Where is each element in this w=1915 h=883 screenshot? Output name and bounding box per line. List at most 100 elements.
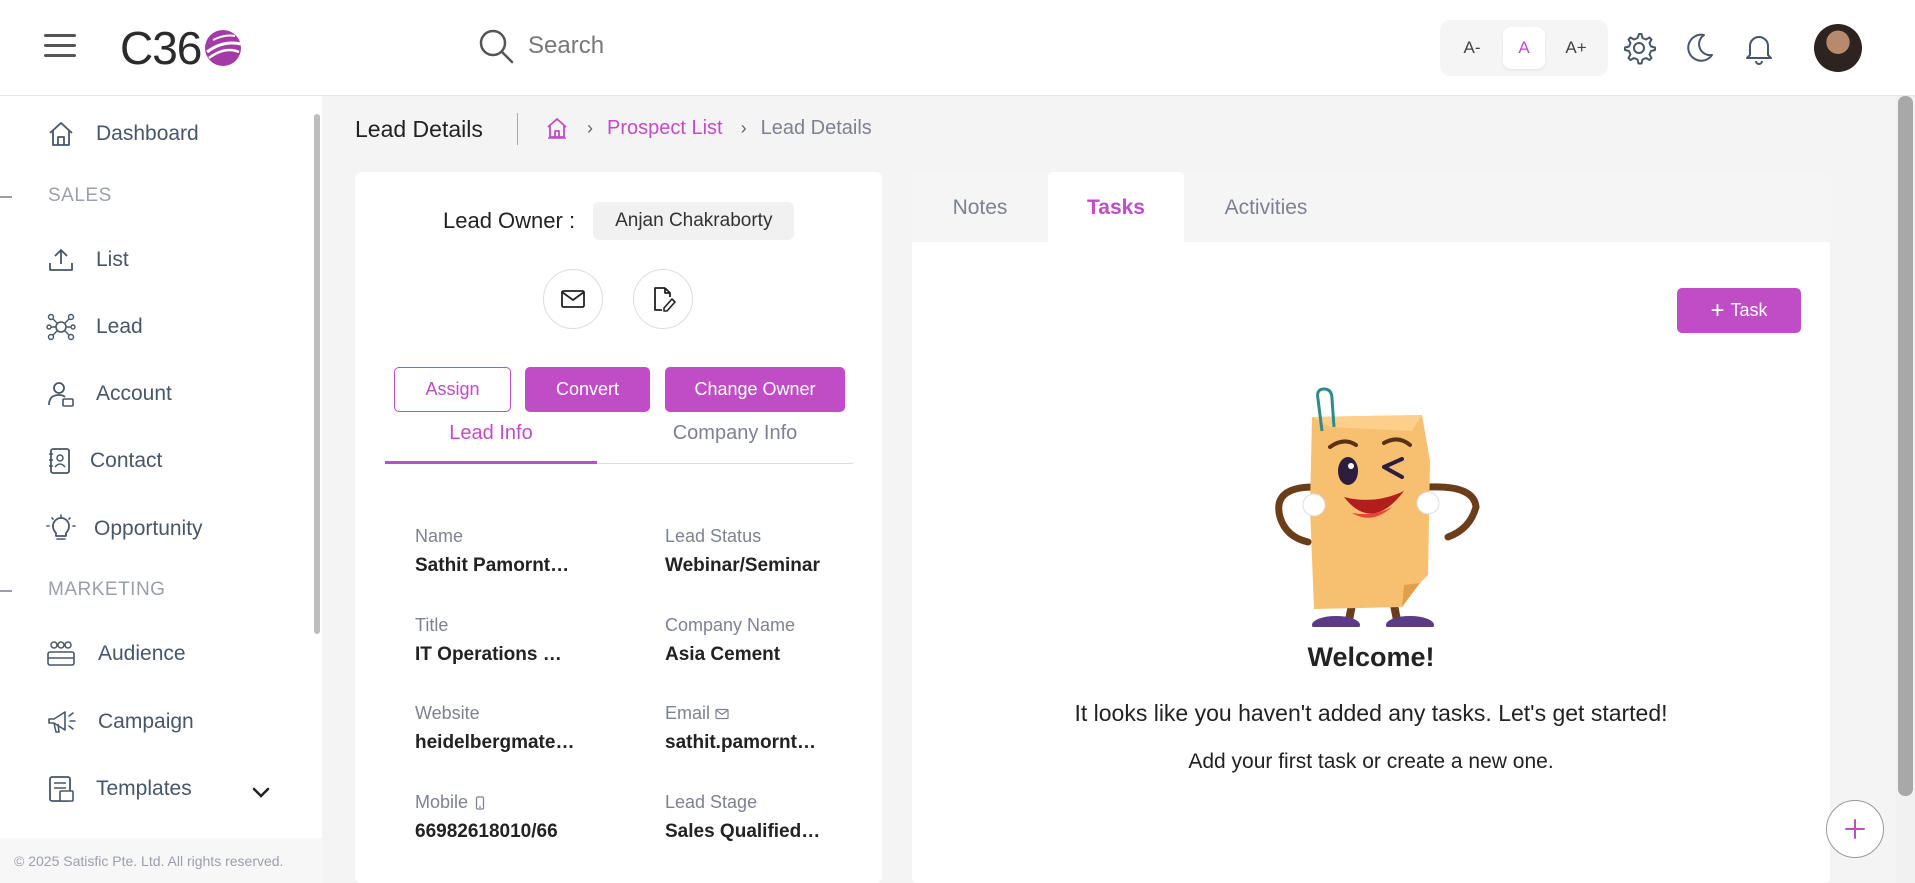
- tab-tasks[interactable]: Tasks: [1048, 172, 1184, 244]
- sidebar-scrollbar[interactable]: [314, 114, 320, 634]
- chevron-down-icon[interactable]: [250, 782, 272, 804]
- activity-card: Notes Tasks Activities + Task Welcome! I…: [912, 172, 1830, 883]
- field-label: Lead Stage: [665, 792, 758, 812]
- menu-icon[interactable]: [44, 34, 76, 60]
- logo-text: C36: [120, 22, 202, 74]
- sidebar-item-templates[interactable]: Templates: [46, 769, 192, 809]
- field-value: sathit.pamorntanaporn: [665, 732, 825, 753]
- sidebar-item-label: Campaign: [98, 710, 194, 733]
- search-input[interactable]: [528, 32, 928, 60]
- mail-icon: [561, 290, 585, 308]
- breadcrumb: › Prospect List › Lead Details: [545, 116, 872, 140]
- field-value: Sathit Pamorntanaporn: [415, 555, 575, 576]
- sidebar-item-label: Lead: [96, 315, 143, 338]
- audience-icon: [47, 641, 75, 666]
- breadcrumb-prospect-list[interactable]: Prospect List: [607, 117, 723, 140]
- templates-icon: [49, 776, 74, 802]
- field-value: IT Operations Manager: [415, 644, 575, 665]
- gear-icon[interactable]: [1622, 31, 1656, 65]
- info-tabs: Lead Info Company Info: [385, 422, 853, 464]
- home-icon[interactable]: [545, 116, 569, 140]
- bell-icon[interactable]: [1742, 31, 1776, 65]
- home-icon: [49, 122, 73, 146]
- user-avatar[interactable]: [1814, 24, 1862, 72]
- tab-notes[interactable]: Notes: [912, 172, 1048, 244]
- edit-button[interactable]: [633, 269, 693, 329]
- moon-icon[interactable]: [1682, 31, 1716, 65]
- sidebar-item-opportunity[interactable]: Opportunity: [46, 509, 203, 549]
- sidebar-item-list[interactable]: List: [46, 240, 129, 280]
- tab-activities[interactable]: Activities: [1184, 172, 1348, 244]
- plus-icon: +: [1710, 296, 1725, 324]
- app-logo[interactable]: C36: [120, 18, 243, 78]
- sidebar-item-label: Templates: [96, 777, 192, 800]
- megaphone-icon: [48, 711, 76, 733]
- email-button[interactable]: [543, 269, 603, 329]
- mail-icon[interactable]: [715, 707, 729, 721]
- change-owner-button[interactable]: Change Owner: [665, 367, 845, 412]
- field-value: Asia Cement: [665, 644, 781, 665]
- bulb-icon: [46, 514, 76, 540]
- field-label: Mobile: [415, 792, 615, 813]
- field-label: Title: [415, 615, 449, 635]
- phone-icon[interactable]: [473, 795, 487, 810]
- contact-icon: [49, 448, 70, 474]
- field-email: Email sathit.pamorntanaporn: [665, 703, 865, 754]
- field-lead-stage: Lead Stage Sales Qualified Lead: [665, 792, 865, 843]
- lead-owner-chip: Anjan Chakraborty: [593, 202, 795, 240]
- breadcrumb-current: Lead Details: [760, 116, 872, 139]
- sidebar-item-account[interactable]: Account: [46, 374, 172, 414]
- field-title: Title IT Operations Manager: [415, 615, 615, 666]
- page-title: Lead Details: [355, 116, 483, 142]
- field-label-text: Email: [665, 703, 711, 723]
- top-header: C36 A- A A+: [0, 0, 1915, 96]
- field-label: Company Name: [665, 615, 796, 635]
- tab-company-info[interactable]: Company Info: [617, 422, 853, 464]
- add-task-button[interactable]: + Task: [1677, 288, 1801, 333]
- add-task-label: Task: [1730, 300, 1768, 320]
- assign-button[interactable]: Assign: [394, 367, 511, 412]
- sidebar-item-contact[interactable]: Contact: [46, 441, 162, 481]
- search-icon[interactable]: [476, 26, 516, 66]
- font-decrease-button[interactable]: A-: [1451, 27, 1493, 69]
- lead-network-icon: [46, 313, 76, 341]
- plus-icon: [1845, 819, 1865, 839]
- field-label: Name: [415, 526, 464, 546]
- field-mobile: Mobile 66982618010/66: [415, 792, 615, 843]
- sidebar-item-dashboard[interactable]: Dashboard: [46, 114, 199, 154]
- main-scrollbar[interactable]: [1896, 96, 1915, 883]
- sidebar: Dashboard SALES List Lead Account Contac…: [0, 96, 322, 883]
- sidebar-item-label: Account: [96, 382, 172, 405]
- section-divider: [0, 196, 12, 198]
- floating-add-button[interactable]: [1826, 800, 1884, 858]
- sidebar-item-audience[interactable]: Audience: [46, 634, 186, 674]
- field-value: Sales Qualified Lead: [665, 821, 825, 842]
- sidebar-item-label: Dashboard: [96, 122, 199, 145]
- convert-button[interactable]: Convert: [525, 367, 650, 412]
- section-sales: SALES: [48, 185, 112, 206]
- sidebar-item-campaign[interactable]: Campaign: [46, 702, 194, 742]
- breadcrumb-separator: ›: [740, 117, 747, 138]
- field-value: heidelbergmaterials.com: [415, 732, 575, 753]
- activity-tab-bar: Notes Tasks Activities: [912, 172, 1830, 244]
- field-label: Website: [415, 703, 480, 723]
- font-normal-button[interactable]: A: [1503, 27, 1545, 69]
- breadcrumb-separator: ›: [587, 117, 593, 138]
- sticky-note-mascot-illustration: [1275, 387, 1480, 627]
- tab-lead-info[interactable]: Lead Info: [385, 422, 597, 464]
- edit-document-icon: [654, 287, 676, 312]
- sidebar-item-label: List: [96, 248, 129, 271]
- sidebar-item-lead[interactable]: Lead: [46, 307, 143, 347]
- scrollbar-thumb[interactable]: [1898, 96, 1913, 796]
- section-marketing: MARKETING: [48, 579, 166, 600]
- field-lead-status: Lead Status Webinar/Seminar: [665, 526, 865, 577]
- empty-state-title: Welcome!: [1307, 642, 1435, 672]
- font-increase-button[interactable]: A+: [1555, 27, 1597, 69]
- lead-details-card: Lead Owner : Anjan Chakraborty Assign Co…: [355, 172, 882, 883]
- search-bar: [476, 26, 928, 66]
- sidebar-item-label: Contact: [90, 449, 163, 472]
- section-divider: [0, 590, 12, 592]
- field-value: 66982618010/66: [415, 821, 558, 842]
- field-label-text: Mobile: [415, 792, 469, 812]
- field-label: Lead Status: [665, 526, 762, 546]
